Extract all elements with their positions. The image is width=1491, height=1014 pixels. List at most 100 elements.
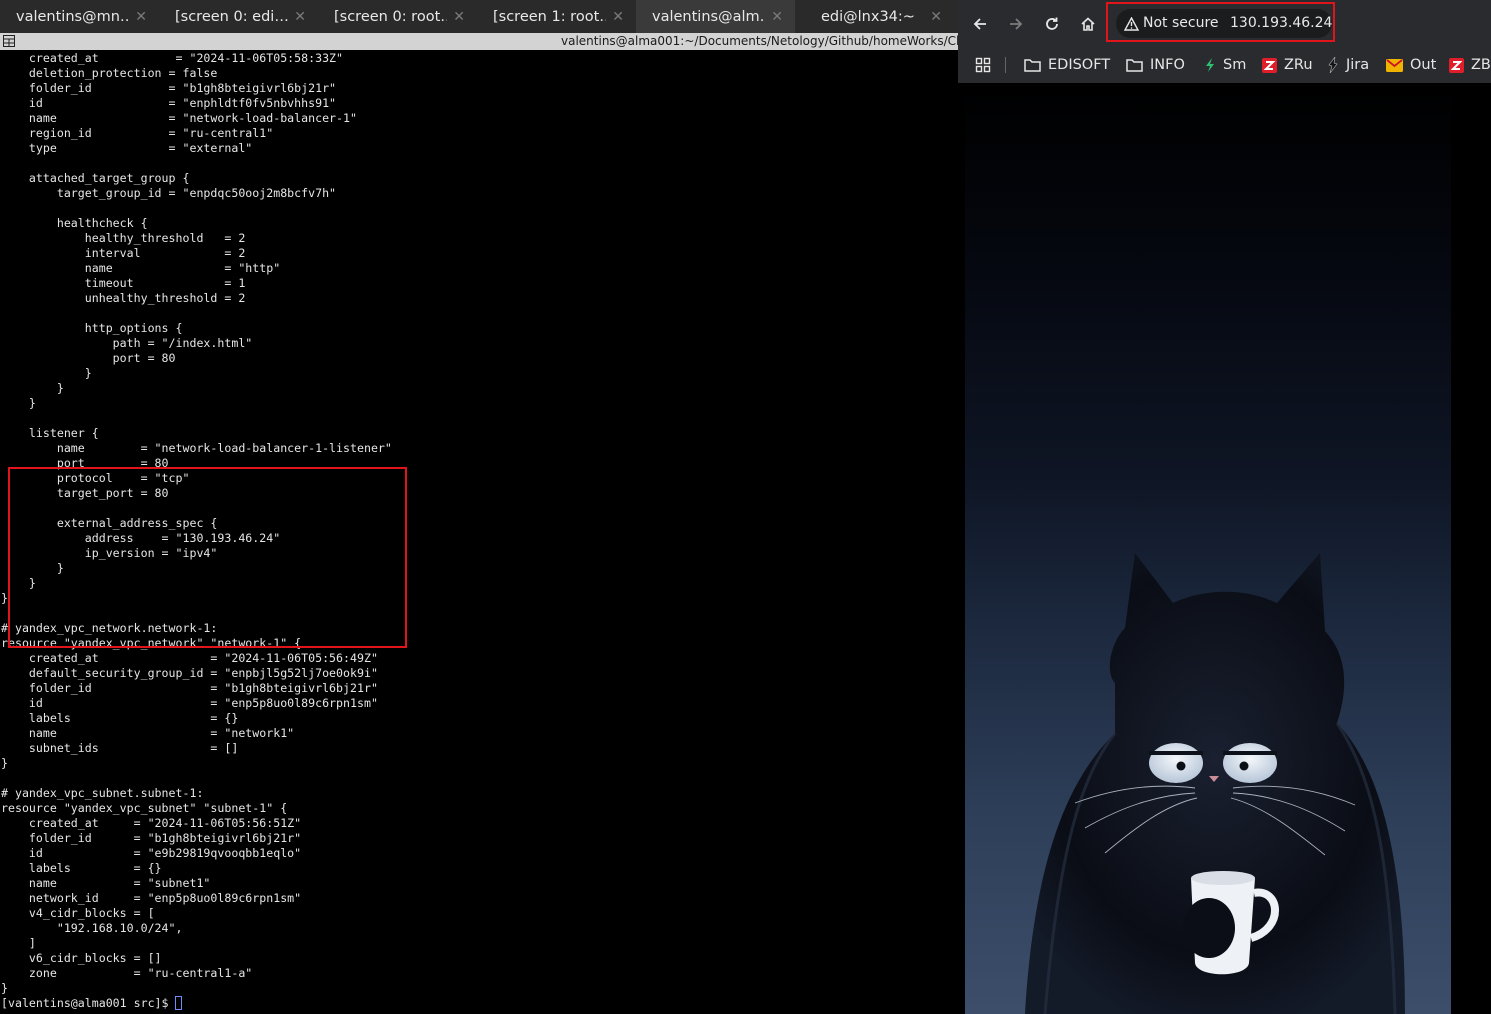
- bookmark-label: INFO: [1150, 57, 1185, 73]
- terminal-line: created_at = "2024-11-06T05:56:49Z": [1, 651, 378, 665]
- terminal-line: target_group_id = "enpdqc50ooj2m8bcfv7h": [1, 186, 337, 200]
- tab-label: [screen 1: root…: [493, 8, 607, 25]
- terminal-line: created_at = "2024-11-06T05:58:33Z": [1, 51, 344, 65]
- tab-label: valentins@alm…: [652, 8, 766, 25]
- black-cat-with-coffee-mug-image: [965, 83, 1451, 1014]
- terminal-line: }: [1, 396, 36, 410]
- terminal-output[interactable]: created_at = "2024-11-06T05:58:33Z" dele…: [0, 50, 958, 1014]
- bookmark-label: EDISOFT: [1048, 57, 1111, 73]
- reload-button[interactable]: [1040, 12, 1064, 36]
- terminal-line: deletion_protection = false: [1, 66, 218, 80]
- terminal-tab-4[interactable]: [screen 1: root… ✕: [477, 0, 636, 33]
- terminal-tab-5-active[interactable]: valentins@alm… ✕: [636, 0, 795, 33]
- close-icon[interactable]: ✕: [771, 9, 783, 25]
- terminal-tab-3[interactable]: [screen 0: root… ✕: [318, 0, 477, 33]
- terminal-line: labels = {}: [1, 861, 162, 875]
- terminal-line: folder_id = "b1gh8bteigivrl6bj21r": [1, 681, 378, 695]
- terminal-line: healthcheck {: [1, 216, 148, 230]
- terminal-line: [valentins@alma001 src]$: [1, 996, 176, 1010]
- terminal-line: listener {: [1, 426, 99, 440]
- bookmark-out[interactable]: Out: [1386, 55, 1436, 75]
- terminal-line: name = "network1": [1, 726, 295, 740]
- bookmark-sm[interactable]: Sm: [1204, 55, 1246, 75]
- z-favicon-icon: [1449, 57, 1464, 73]
- terminal-line: }: [1, 756, 8, 770]
- close-icon[interactable]: ✕: [294, 9, 306, 25]
- terminal-line: # yandex_vpc_subnet.subnet-1:: [1, 786, 204, 800]
- arrow-left-icon: [973, 18, 986, 30]
- close-icon[interactable]: ✕: [930, 9, 942, 25]
- listener-highlight-box: [8, 467, 407, 648]
- bookmark-label: ZBU: [1471, 57, 1491, 73]
- bookmark-label: ZRu: [1284, 57, 1313, 73]
- terminal-line: http_options {: [1, 321, 183, 335]
- window-title: valentins@alma001:~/Documents/Netology/G…: [561, 34, 958, 48]
- terminal-line: }: [1, 381, 64, 395]
- web-page-content: [958, 83, 1491, 1014]
- bookmarks-bar: EDISOFT INFO Sm ZRu Jira Out ZB: [958, 47, 1491, 83]
- mail-favicon-icon: [1386, 58, 1403, 72]
- terminal-line: ]: [1, 936, 36, 950]
- terminal-line: }: [1, 981, 8, 995]
- window-menu-icon[interactable]: [3, 35, 15, 47]
- tab-label: [screen 0: root…: [334, 8, 448, 25]
- terminal-line: }: [1, 366, 92, 380]
- cat-illustration: [1025, 553, 1405, 1014]
- terminal-line: id = "enp5p8uo0l89c6rpn1sm": [1, 696, 378, 710]
- bookmark-info[interactable]: INFO: [1126, 55, 1185, 75]
- forward-button[interactable]: [1004, 12, 1028, 36]
- folder-icon: [1024, 58, 1041, 72]
- close-icon[interactable]: ✕: [453, 9, 465, 25]
- terminal-cursor: [175, 996, 182, 1010]
- terminal-line: name = "subnet1": [1, 876, 211, 890]
- terminal-line: default_security_group_id = "enpbjl5g52l…: [1, 666, 378, 680]
- terminal-line: folder_id = "b1gh8bteigivrl6bj21r": [1, 831, 302, 845]
- terminal-tab-bar: valentins@mn… ✕ [screen 0: edi… ✕ [scree…: [0, 0, 958, 33]
- terminal-line: subnet_ids = []: [1, 741, 239, 755]
- terminal-line: id = "enphldtf0fv5nbvhhs91": [1, 96, 337, 110]
- bookmark-edisoft[interactable]: EDISOFT: [1024, 55, 1110, 75]
- folder-icon: [1126, 58, 1143, 72]
- tab-label: valentins@mn…: [16, 8, 130, 25]
- bookmark-zru[interactable]: ZRu: [1262, 55, 1313, 75]
- apps-button[interactable]: [975, 55, 991, 75]
- bookmark-jira[interactable]: Jira: [1328, 55, 1369, 75]
- close-icon[interactable]: ✕: [135, 9, 147, 25]
- close-icon[interactable]: ✕: [612, 9, 624, 25]
- terminal-tab-6[interactable]: edi@lnx34:~ ✕: [795, 0, 954, 33]
- terminal-line: created_at = "2024-11-06T05:56:51Z": [1, 816, 302, 830]
- reload-icon: [1046, 17, 1058, 30]
- terminal-line: name = "http": [1, 261, 281, 275]
- terminal-line: timeout = 1: [1, 276, 246, 290]
- terminal-line: region_id = "ru-central1": [1, 126, 274, 140]
- bookmark-label: Sm: [1223, 57, 1247, 73]
- terminal-line: v4_cidr_blocks = [: [1, 906, 155, 920]
- terminal-tab-2[interactable]: [screen 0: edi… ✕: [159, 0, 318, 33]
- arrow-right-icon: [1010, 18, 1023, 30]
- terminal-title-bar: valentins@alma001:~/Documents/Netology/G…: [0, 33, 958, 50]
- browser-toolbar: Not secure 130.193.46.24: [958, 0, 1491, 47]
- terminal-line: v6_cidr_blocks = []: [1, 951, 162, 965]
- bookmark-zbu[interactable]: ZBU: [1449, 55, 1491, 75]
- jira-favicon-icon: [1328, 57, 1339, 73]
- back-button[interactable]: [968, 12, 992, 36]
- terminal-line: labels = {}: [1, 711, 239, 725]
- terminal-line: port = 80: [1, 351, 176, 365]
- tab-label: [screen 0: edi…: [175, 8, 289, 25]
- terminal-line: "192.168.10.0/24",: [1, 921, 183, 935]
- terminal-line: zone = "ru-central1-a": [1, 966, 253, 980]
- sm-favicon-icon: [1204, 57, 1216, 73]
- terminal-line: healthy_threshold = 2: [1, 231, 246, 245]
- tab-label: edi@lnx34:~: [821, 8, 915, 25]
- home-icon: [1081, 17, 1095, 31]
- bookmark-label: Out: [1410, 57, 1437, 73]
- url-highlight-box: [1106, 2, 1335, 42]
- terminal-line: attached_target_group {: [1, 171, 190, 185]
- terminal-tab-1[interactable]: valentins@mn… ✕: [0, 0, 159, 33]
- terminal-line: path = "/index.html": [1, 336, 253, 350]
- home-button[interactable]: [1076, 12, 1100, 36]
